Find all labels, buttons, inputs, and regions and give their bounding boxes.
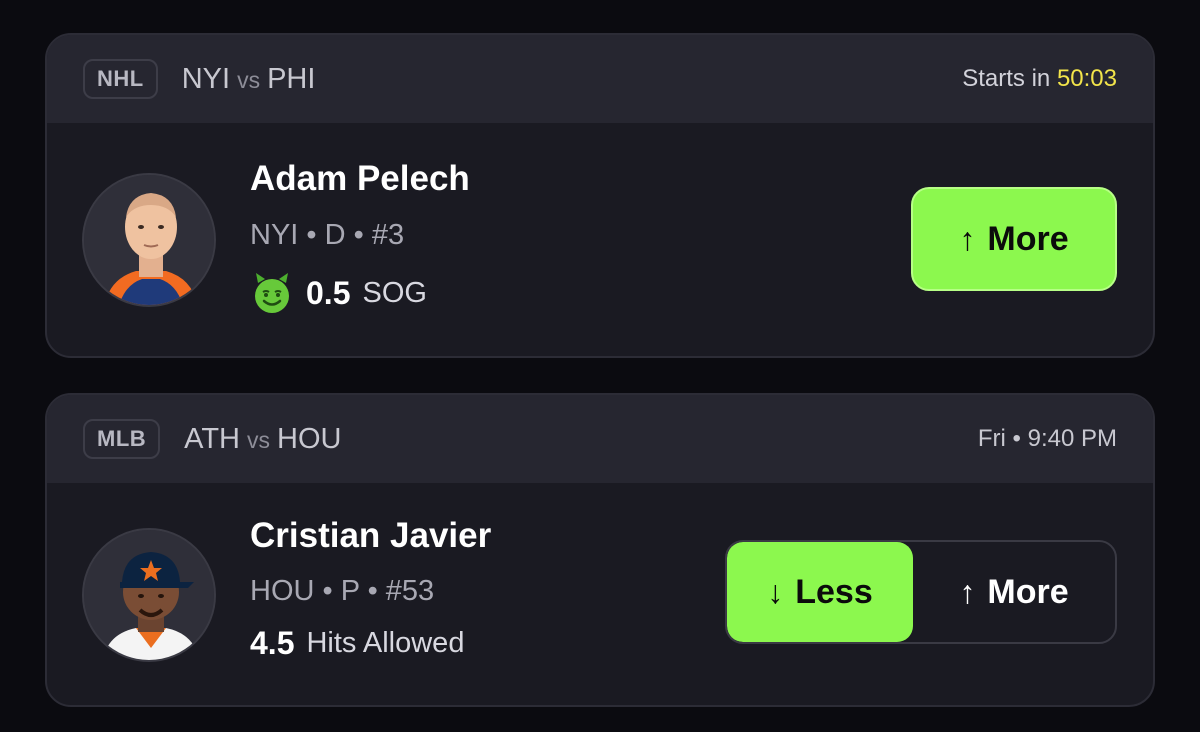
vs-label: vs: [237, 66, 261, 93]
card-body: Cristian Javier HOU • P • #53 4.5 Hits A…: [47, 483, 1153, 705]
matchup: NYI vs PHI: [182, 63, 316, 96]
pick-card-nhl: NHL NYI vs PHI Starts in 50:03 Adam Pele…: [45, 33, 1155, 358]
starts-label: Starts in: [962, 65, 1051, 92]
player-photo-icon: [84, 530, 214, 660]
card-body: Adam Pelech NYI • D • #3 0.5 SOG ↑ More: [47, 123, 1153, 356]
more-button[interactable]: ↑ More: [913, 542, 1115, 642]
less-label: Less: [795, 572, 873, 611]
vs-label: vs: [247, 426, 271, 453]
game-start-time: Fri • 9:40 PM: [977, 425, 1117, 452]
less-more-toggle: ↓ Less ↑ More: [725, 540, 1117, 644]
more-label: More: [987, 219, 1069, 258]
green-devil-emoji-icon: [250, 271, 294, 315]
stat-unit: SOG: [362, 276, 427, 309]
more-button[interactable]: ↑ More: [911, 187, 1117, 291]
player-name: Cristian Javier: [250, 516, 492, 555]
arrow-up-icon: ↑: [959, 220, 976, 257]
stat-value: 0.5: [306, 274, 351, 311]
stat-line: 4.5 Hits Allowed: [250, 625, 464, 662]
team-a: ATH: [184, 422, 241, 455]
arrow-down-icon: ↓: [767, 573, 784, 610]
team-a: NYI: [181, 62, 231, 95]
stat-value: 4.5: [250, 625, 295, 661]
countdown-timer: 50:03: [1056, 65, 1117, 92]
stat-line: 0.5 SOG: [250, 271, 427, 315]
pick-card-mlb: MLB ATH vs HOU Fri • 9:40 PM Cristian Ja…: [45, 393, 1155, 707]
more-label: More: [987, 572, 1069, 611]
player-meta: NYI • D • #3: [250, 219, 405, 251]
team-b: PHI: [267, 62, 316, 95]
less-button[interactable]: ↓ Less: [727, 542, 913, 642]
player-photo-icon: [84, 175, 214, 305]
player-meta: HOU • P • #53: [250, 575, 435, 607]
team-b: HOU: [277, 422, 342, 455]
card-header: MLB ATH vs HOU Fri • 9:40 PM: [47, 395, 1153, 483]
matchup: ATH vs HOU: [184, 423, 341, 456]
league-badge: MLB: [83, 419, 161, 459]
player-avatar[interactable]: [82, 173, 216, 307]
game-start-countdown: Starts in 50:03: [962, 65, 1117, 93]
arrow-up-icon: ↑: [959, 573, 976, 610]
player-avatar[interactable]: [82, 528, 216, 662]
stat-unit: Hits Allowed: [306, 627, 465, 659]
league-badge: NHL: [83, 59, 158, 99]
card-header: NHL NYI vs PHI Starts in 50:03: [47, 35, 1153, 123]
player-name: Adam Pelech: [250, 159, 470, 198]
